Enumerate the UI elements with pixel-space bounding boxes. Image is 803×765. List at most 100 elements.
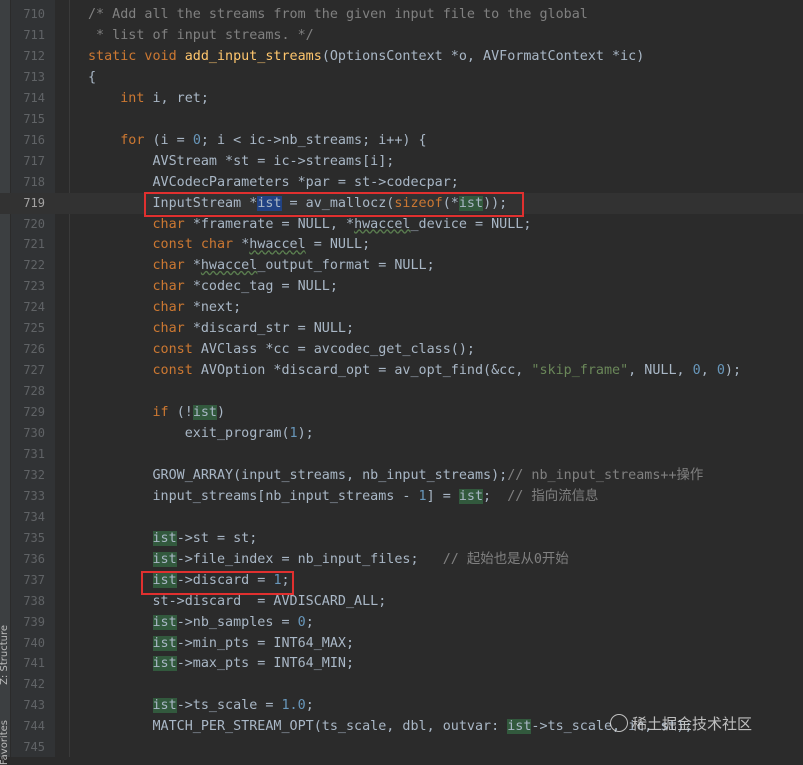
code-token: st->discard = AVDISCARD_ALL; <box>88 593 387 609</box>
line-code: const char *hwaccel = NULL; <box>88 234 371 255</box>
line-number[interactable]: 725 <box>11 318 45 339</box>
line-number[interactable]: 714 <box>11 88 45 109</box>
code-line[interactable]: 731 <box>0 444 803 465</box>
line-code: AVStream *st = ic->streams[i]; <box>88 151 394 172</box>
code-line[interactable]: 713 { <box>0 67 803 88</box>
line-number[interactable]: 732 <box>11 465 45 486</box>
line-number[interactable]: 729 <box>11 402 45 423</box>
line-number[interactable]: 719 <box>11 193 45 214</box>
line-number[interactable]: 711 <box>11 25 45 46</box>
code-line[interactable]: 727 const AVOption *discard_opt = av_opt… <box>0 360 803 381</box>
line-number[interactable]: 745 <box>11 737 45 758</box>
code-token: ; <box>305 614 314 630</box>
line-number[interactable]: 717 <box>11 151 45 172</box>
code-token: ->max_pts = INT64_MIN; <box>176 656 355 672</box>
line-number[interactable]: 721 <box>11 234 45 255</box>
code-token: static void <box>88 48 185 64</box>
code-token: ); <box>297 426 314 441</box>
code-line[interactable]: 734 <box>0 507 803 528</box>
line-number[interactable]: 730 <box>11 423 45 444</box>
code-token: GROW_ARRAY(input_streams, nb_input_strea… <box>88 467 508 483</box>
line-number[interactable]: 744 <box>11 716 45 737</box>
code-line[interactable]: 737 ist->discard = 1; <box>0 570 803 591</box>
code-token: char <box>152 300 193 316</box>
code-line[interactable]: 735 ist->st = st; <box>0 528 803 549</box>
line-number[interactable]: 722 <box>11 255 45 276</box>
line-code: static void add_input_streams(OptionsCon… <box>88 46 644 67</box>
code-line[interactable]: 724 char *next; <box>0 297 803 318</box>
code-line[interactable]: 718 AVCodecParameters *par = st->codecpa… <box>0 172 803 193</box>
line-code: GROW_ARRAY(input_streams, nb_input_strea… <box>88 465 703 486</box>
line-number[interactable]: 742 <box>11 674 45 695</box>
code-line[interactable]: 714 int i, ret; <box>0 88 803 109</box>
code-token: hwaccel <box>354 216 411 232</box>
line-number[interactable]: 743 <box>11 695 45 716</box>
code-token: ist <box>458 488 484 504</box>
code-token: AVStream *st = ic->streams[i]; <box>88 153 395 169</box>
code-line[interactable]: 733 input_streams[nb_input_streams - 1] … <box>0 486 803 507</box>
code-line[interactable]: 725 char *discard_str = NULL; <box>0 318 803 339</box>
code-line[interactable]: 730 exit_program(1); <box>0 423 803 444</box>
line-number[interactable]: 737 <box>11 570 45 591</box>
code-line[interactable]: 715 <box>0 109 803 130</box>
line-number[interactable]: 734 <box>11 507 45 528</box>
code-line[interactable]: 726 const AVClass *cc = avcodec_get_clas… <box>0 339 803 360</box>
code-line[interactable]: 716 for (i = 0; i < ic->nb_streams; i++)… <box>0 130 803 151</box>
code-line[interactable]: 739 ist->nb_samples = 0; <box>0 612 803 633</box>
line-number[interactable]: 710 <box>11 4 45 25</box>
code-token: ->st = st; <box>176 530 258 546</box>
line-code: ist->st = st; <box>88 528 257 549</box>
line-number[interactable]: 735 <box>11 528 45 549</box>
line-number[interactable]: 713 <box>11 67 45 88</box>
code-token: , <box>700 363 717 379</box>
line-number[interactable]: 738 <box>11 591 45 612</box>
line-number[interactable]: 733 <box>11 486 45 507</box>
code-line[interactable]: 711 * list of input streams. */ <box>0 25 803 46</box>
code-line[interactable]: 745 <box>0 737 803 758</box>
line-number[interactable]: 739 <box>11 612 45 633</box>
code-line[interactable]: 712 static void add_input_streams(Options… <box>0 46 803 67</box>
code-token: AVOption *discard_opt = av_opt_find(&cc, <box>200 363 532 379</box>
line-number[interactable]: 741 <box>11 653 45 674</box>
code-line[interactable]: 723 char *codec_tag = NULL; <box>0 276 803 297</box>
code-line[interactable]: 710 /* Add all the streams from the given… <box>0 4 803 25</box>
line-code: ist->max_pts = INT64_MIN; <box>88 653 354 674</box>
line-number[interactable]: 727 <box>11 360 45 381</box>
line-number[interactable]: 723 <box>11 276 45 297</box>
watermark: 稀土掘金技术社区 <box>610 713 752 734</box>
line-number[interactable]: 728 <box>11 381 45 402</box>
code-token: hwaccel <box>200 258 258 274</box>
line-number[interactable]: 731 <box>11 444 45 465</box>
line-number[interactable]: 736 <box>11 549 45 570</box>
code-token: AVClass *cc = avcodec_get_class(); <box>200 342 475 358</box>
line-number[interactable]: 712 <box>11 46 45 67</box>
code-line[interactable]: 729 if (!ist) <box>0 402 803 423</box>
code-line[interactable]: 728 <box>0 381 803 402</box>
code-token: ist <box>152 530 177 546</box>
code-line[interactable]: 721 const char *hwaccel = NULL; <box>0 234 803 255</box>
code-line[interactable]: 738 st->discard = AVDISCARD_ALL; <box>0 591 803 612</box>
code-token: ; <box>483 488 508 504</box>
line-number[interactable]: 720 <box>11 214 45 235</box>
code-line[interactable]: 736 ist->file_index = nb_input_files; //… <box>0 549 803 570</box>
line-code: input_streams[nb_input_streams - 1] = is… <box>88 486 598 507</box>
line-number[interactable]: 718 <box>11 172 45 193</box>
code-line[interactable]: 740 ist->min_pts = INT64_MAX; <box>0 633 803 654</box>
line-number[interactable]: 724 <box>11 297 45 318</box>
code-line[interactable]: 742 <box>0 674 803 695</box>
code-token: char <box>152 216 193 232</box>
code-token: ist <box>152 614 177 630</box>
line-number[interactable]: 715 <box>11 109 45 130</box>
line-number[interactable]: 726 <box>11 339 45 360</box>
code-line[interactable]: 732 GROW_ARRAY(input_streams, nb_input_s… <box>0 465 803 486</box>
code-line[interactable]: 717 AVStream *st = ic->streams[i]; <box>0 151 803 172</box>
line-number[interactable]: 740 <box>11 633 45 654</box>
code-line[interactable]: 722 char *hwaccel_output_format = NULL; <box>0 255 803 276</box>
code-token: _output_format = NULL; <box>257 258 435 274</box>
code-token: ist <box>192 405 217 421</box>
line-number[interactable]: 716 <box>11 130 45 151</box>
code-line[interactable]: 741 ist->max_pts = INT64_MIN; <box>0 653 803 674</box>
